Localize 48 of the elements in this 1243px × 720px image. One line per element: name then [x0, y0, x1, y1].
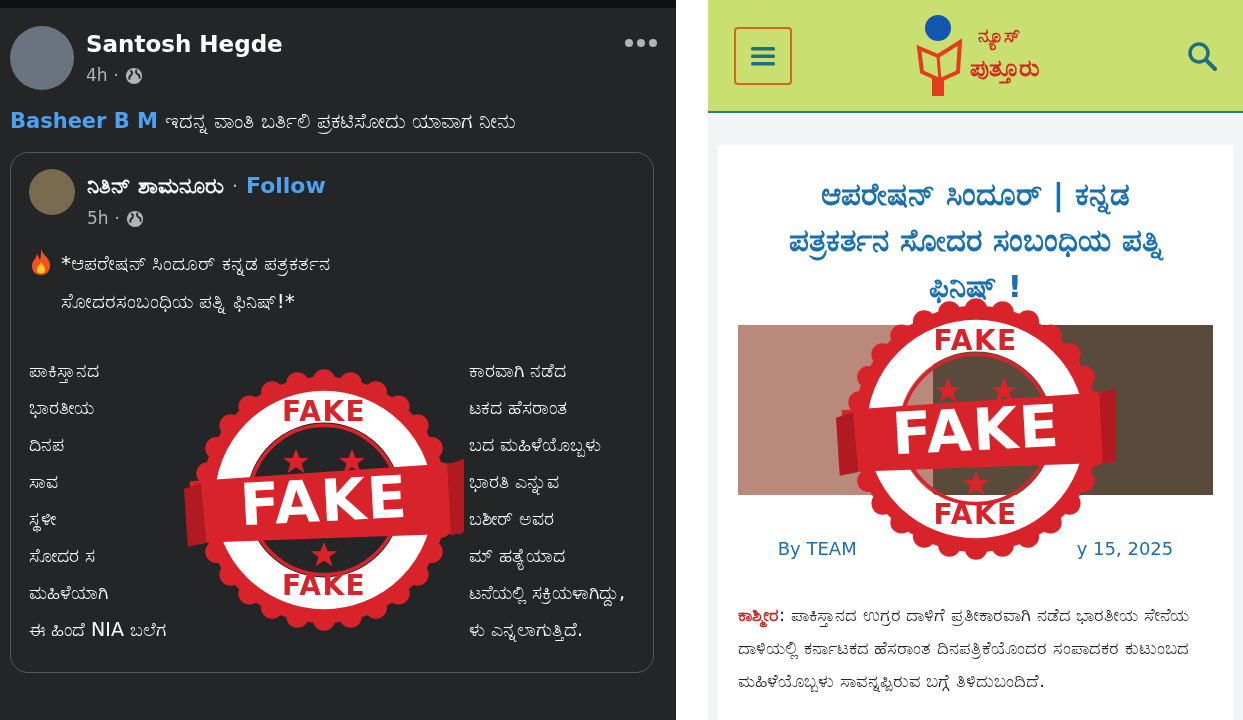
- post-text: ಳು ಎನ್ನಲಾಗುತ್ತಿದೆ.: [469, 616, 584, 644]
- stamp-text: FAKE: [282, 397, 366, 426]
- post-headline: ಸೋದರಸಂಬಂಧಿಯ ಪತ್ನಿ ಫಿನಿಷ್!*: [61, 287, 296, 316]
- stamp-text: FAKE: [282, 571, 366, 600]
- article-title: ಆಪರೇಷನ್ ಸಿಂದೂರ್ | ಕನ್ನಡ ಪತ್ರಕರ್ತನ ಸೋದರ ಸಂಬಂಧಿಯ ಪತ್ನಿ ಫಿನಿಷ್ !: [788, 175, 1165, 306]
- post-headline: *ಆಪರೇಷನ್ ಸಿಂದೂರ್ ಕನ್ನಡ ಪತ್ರಕರ್ತನ: [61, 249, 331, 278]
- menu-button[interactable]: [734, 26, 792, 85]
- search-icon[interactable]: [1187, 40, 1217, 71]
- mention-link[interactable]: Basheer B M: [10, 109, 158, 133]
- stamp-text: FAKE: [238, 467, 410, 534]
- post-text: ಭಾರತಿ ಎನ್ನುವ: [469, 462, 560, 500]
- menu-icon: [751, 45, 775, 66]
- follow-link[interactable]: Follow: [246, 169, 326, 202]
- byline: By TEAM: [777, 537, 857, 561]
- separator-dot: ·: [231, 172, 239, 200]
- author-name[interactable]: Santosh Hegde: [86, 30, 283, 59]
- post-text: ಟನೆಯಲ್ಲಿ ಸಕ್ರಿಯಳಾಗಿದ್ದು,: [469, 573, 626, 611]
- post-text: ಈ ಹಿಂದೆ NIA ಬಲೆಗ: [29, 616, 166, 642]
- post-time[interactable]: 5h: [87, 206, 109, 232]
- globe-icon: [126, 209, 144, 228]
- globe-icon: [125, 66, 143, 85]
- article-body: ಕಾಶ್ಮೀರ: ಪಾಕಿಸ್ತಾನದ ಉಗ್ರರ ದಾಳಿಗೆ ಪ್ರತೀಕಾರವಾಗಿ ನಡೆದ ಭಾರತೀಯ ಸೇನೆಯ ದಾಳಿಯಲ್ಲಿ ಕರ್ನಾಟಕದ ಹೆಸರಾಂತ ದಿನಪತ್ರಿಕೆಯೊಂದರ ಸಂಪಾದಕರ ಕುಟುಂಬದ ಮಹಿಳೆಯೊಬ್ಬಳು ಸಾವನ್ನಪ್ಪಿರುವ ಬಗ್ಗೆ ತಿಳಿದುಬಂದಿದೆ.: [738, 603, 1191, 694]
- stamp-text: FAKE: [933, 327, 1018, 355]
- post-text: ಸೋದರ ಸ: [29, 542, 96, 568]
- post-text: ಬದ ಮಹಿಳೆಯೊಬ್ಬಳು: [469, 431, 602, 459]
- post-text: ಸಾವ: [29, 468, 58, 494]
- post-text: ದಿನಪ: [29, 431, 64, 457]
- post-text: ಸ್ಥಳೀ: [29, 499, 56, 537]
- publish-date: y 15, 2025: [1076, 537, 1174, 561]
- logo-text: ನ್ಯೂಸ್: [977, 21, 1040, 50]
- post-text: ಪಾಕಿಸ್ತಾನದ: [29, 357, 99, 385]
- post-text: ಮ್ ಹತ್ಯೆಯಾದ: [469, 536, 566, 574]
- post-text: ಮಹಿಳೆಯಾಗಿ: [29, 579, 108, 605]
- post-time[interactable]: 4h: [86, 62, 108, 89]
- fire-icon: [29, 247, 53, 276]
- more-options-icon[interactable]: [624, 38, 658, 48]
- avatar[interactable]: [29, 169, 75, 215]
- post-text: ಭಾರತೀಯ: [29, 394, 94, 420]
- post-text: ಟಕದ ಹೆಸರಾಂತ: [469, 394, 568, 420]
- stamp-text: FAKE: [890, 396, 1061, 464]
- post-text: ಕಾರವಾಗಿ ನಡೆದ: [469, 357, 567, 383]
- separator-dot: ·: [113, 63, 119, 87]
- separator-dot: ·: [114, 207, 120, 230]
- stamp-text: FAKE: [933, 501, 1018, 529]
- logo-text: ಪುತ್ತೂರು: [969, 52, 1040, 86]
- post-text: ಬಶೀರ್ ಅವರ: [469, 505, 555, 531]
- post-text: Basheer B M ಇದನ್ನ ವಾಂತಿ ಬರ್ತಿಲಿ ಪ್ರಕಟಿಸೋದು ಯಾವಾಗ ನೀನು: [10, 108, 518, 136]
- author-name[interactable]: ನಿತಿನ್ ಶಾಮನೂರು: [87, 171, 224, 200]
